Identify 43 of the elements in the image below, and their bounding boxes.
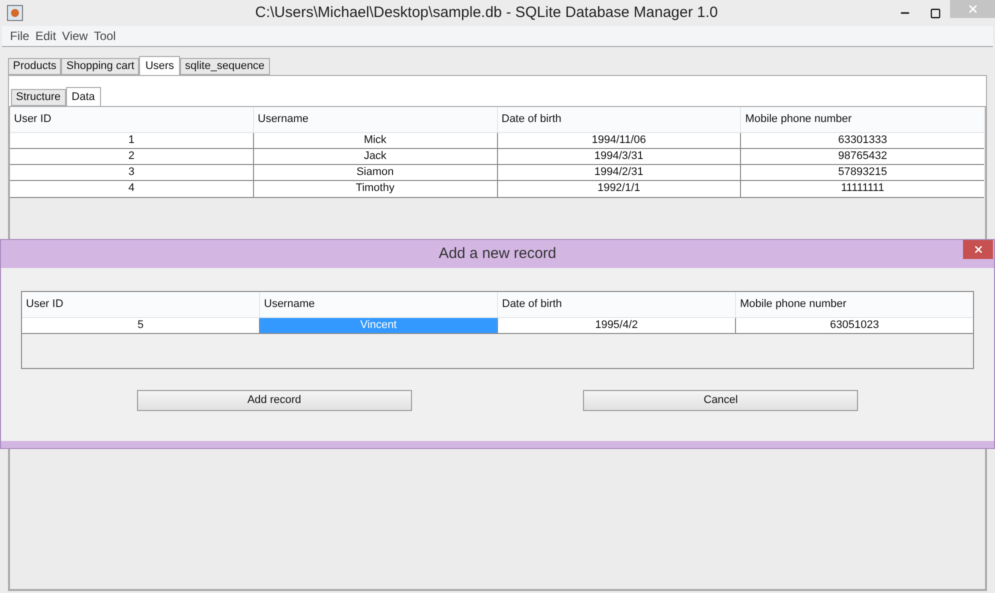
table-cell: 3 [10, 165, 254, 180]
view-tab[interactable]: Data [66, 87, 101, 106]
maximize-icon [930, 8, 940, 18]
column-header[interactable]: Mobile phone number [741, 107, 984, 132]
table-tab[interactable]: Products [8, 58, 62, 75]
table-cell-text: 11111111 [840, 181, 886, 196]
close-button[interactable] [963, 240, 993, 259]
dialog-button[interactable]: Cancel [583, 390, 858, 411]
menu-item[interactable]: Edit [35, 27, 56, 45]
table-cell: 2 [10, 149, 254, 164]
column-header[interactable]: User ID [22, 292, 260, 317]
table-tab[interactable]: Users [139, 56, 180, 75]
view-tab[interactable]: Structure [11, 89, 66, 106]
column-header[interactable]: Username [260, 292, 498, 317]
table-cell: Mick [254, 133, 498, 148]
column-header[interactable]: Date of birth [498, 107, 742, 132]
table-cell: 1 [10, 133, 254, 148]
table-cell: 1994/3/31 [498, 149, 742, 164]
table-cell-text: 63301333 [837, 133, 888, 148]
table-cell: 1992/1/1 [498, 181, 742, 197]
menu-item[interactable]: View [62, 27, 88, 45]
table-cell-text: 57893215 [837, 165, 888, 180]
close-icon [972, 244, 984, 255]
window-title: C:\Users\Michael\Desktop\sample.db - SQLite Database Manager 1.0 [254, 2, 719, 23]
column-header[interactable]: User ID [10, 107, 254, 132]
dialog-title: Add a new record [438, 244, 556, 264]
close-icon [966, 3, 978, 15]
table-tab[interactable]: sqlite_sequence [180, 58, 270, 75]
table-cell: 1994/2/31 [498, 165, 742, 180]
table-cell: 4 [10, 181, 254, 197]
dialog-button[interactable]: Add record [136, 390, 412, 411]
java-app-icon [7, 5, 23, 21]
column-header[interactable]: Username [254, 107, 498, 132]
table-cell-text: 98765432 [837, 149, 888, 164]
table-cell: Timothy [254, 181, 498, 197]
table-tab[interactable]: Shopping cart [61, 58, 140, 75]
table-cell: 1994/11/06 [498, 133, 742, 148]
menu-item[interactable]: Tool [94, 27, 116, 45]
column-header[interactable]: Date of birth [498, 292, 736, 317]
menu-item[interactable]: File [10, 27, 30, 45]
table-cell: Siamon [254, 165, 498, 180]
table-cell: Jack [254, 149, 498, 164]
column-header[interactable]: Mobile phone number [736, 292, 973, 317]
